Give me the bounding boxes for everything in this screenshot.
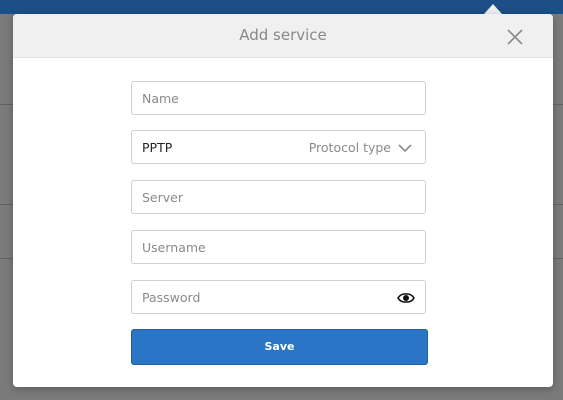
password-input[interactable] bbox=[132, 281, 425, 313]
protocol-type-label: Protocol type bbox=[308, 140, 391, 155]
password-field[interactable] bbox=[131, 280, 426, 314]
background-notch bbox=[484, 4, 502, 14]
background-top-bar bbox=[0, 0, 563, 14]
dialog-header: Add service bbox=[13, 14, 553, 58]
server-field[interactable] bbox=[131, 180, 426, 214]
server-input[interactable] bbox=[132, 181, 425, 213]
name-input[interactable] bbox=[132, 82, 425, 114]
protocol-selected-value: PPTP bbox=[142, 140, 173, 155]
chevron-down-icon bbox=[398, 144, 412, 153]
close-icon bbox=[507, 29, 523, 45]
save-button[interactable]: Save bbox=[131, 329, 428, 365]
protocol-type-select[interactable]: PPTP Protocol type bbox=[131, 130, 426, 164]
close-button[interactable] bbox=[503, 25, 527, 49]
add-service-dialog: Add service PPTP Protocol type Save bbox=[13, 14, 553, 387]
eye-icon[interactable] bbox=[397, 291, 415, 305]
username-field[interactable] bbox=[131, 230, 426, 264]
name-field[interactable] bbox=[131, 81, 426, 115]
dialog-title: Add service bbox=[239, 26, 327, 44]
username-input[interactable] bbox=[132, 231, 425, 263]
